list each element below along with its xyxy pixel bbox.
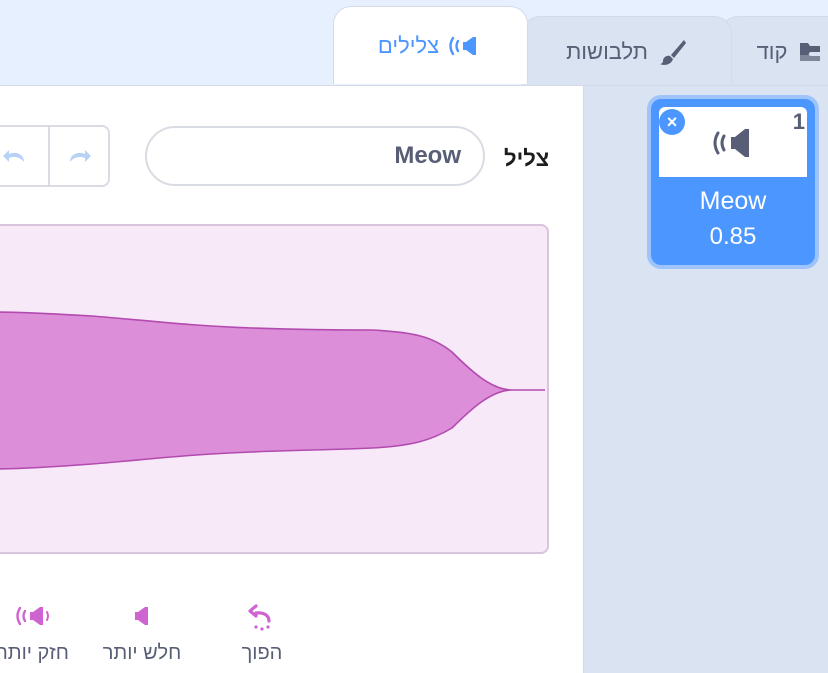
undo-redo-group xyxy=(0,125,110,187)
sound-name-input[interactable] xyxy=(145,126,485,186)
effect-softer-label: חלש יותר xyxy=(102,642,182,664)
effect-reverse-label: הפוך xyxy=(241,642,283,664)
undo-icon[interactable] xyxy=(0,142,30,172)
softer-icon xyxy=(135,607,148,625)
sound-list-item[interactable]: 1 × Meow 0.85 xyxy=(647,95,819,269)
louder-icon xyxy=(16,606,49,626)
redo-icon[interactable] xyxy=(64,142,94,172)
sound-name-label: צליל xyxy=(504,146,550,171)
waveform-display[interactable] xyxy=(0,224,549,554)
undo-redo-divider xyxy=(48,127,50,185)
tab-costumes-label: תלבושות xyxy=(566,38,648,64)
tab-sounds[interactable]: צלילים xyxy=(333,6,528,84)
tab-code-label: קוד xyxy=(756,38,788,64)
effect-louder-label: חזק יותר xyxy=(0,642,69,664)
effect-softer-button[interactable]: חלש יותר xyxy=(90,598,194,665)
delete-sound-button[interactable]: × xyxy=(659,109,685,135)
close-icon: × xyxy=(666,112,678,132)
effect-reverse-button[interactable]: הפוך xyxy=(222,598,302,665)
reverse-icon xyxy=(248,604,271,631)
sound-item-name: Meow xyxy=(699,187,767,215)
tab-code[interactable]: קוד xyxy=(720,16,828,86)
speaker-icon xyxy=(713,129,749,157)
paintbrush-icon xyxy=(659,39,686,65)
tab-sounds-label: צלילים xyxy=(377,32,440,58)
tab-costumes[interactable]: תלבושות xyxy=(522,16,732,86)
speaker-icon xyxy=(449,36,477,55)
sound-item-duration: 0.85 xyxy=(709,223,757,250)
sound-index: 1 xyxy=(792,109,805,134)
effect-louder-button[interactable]: חזק יותר xyxy=(0,598,80,665)
waveform-graphic xyxy=(0,311,545,470)
code-icon xyxy=(800,42,821,61)
